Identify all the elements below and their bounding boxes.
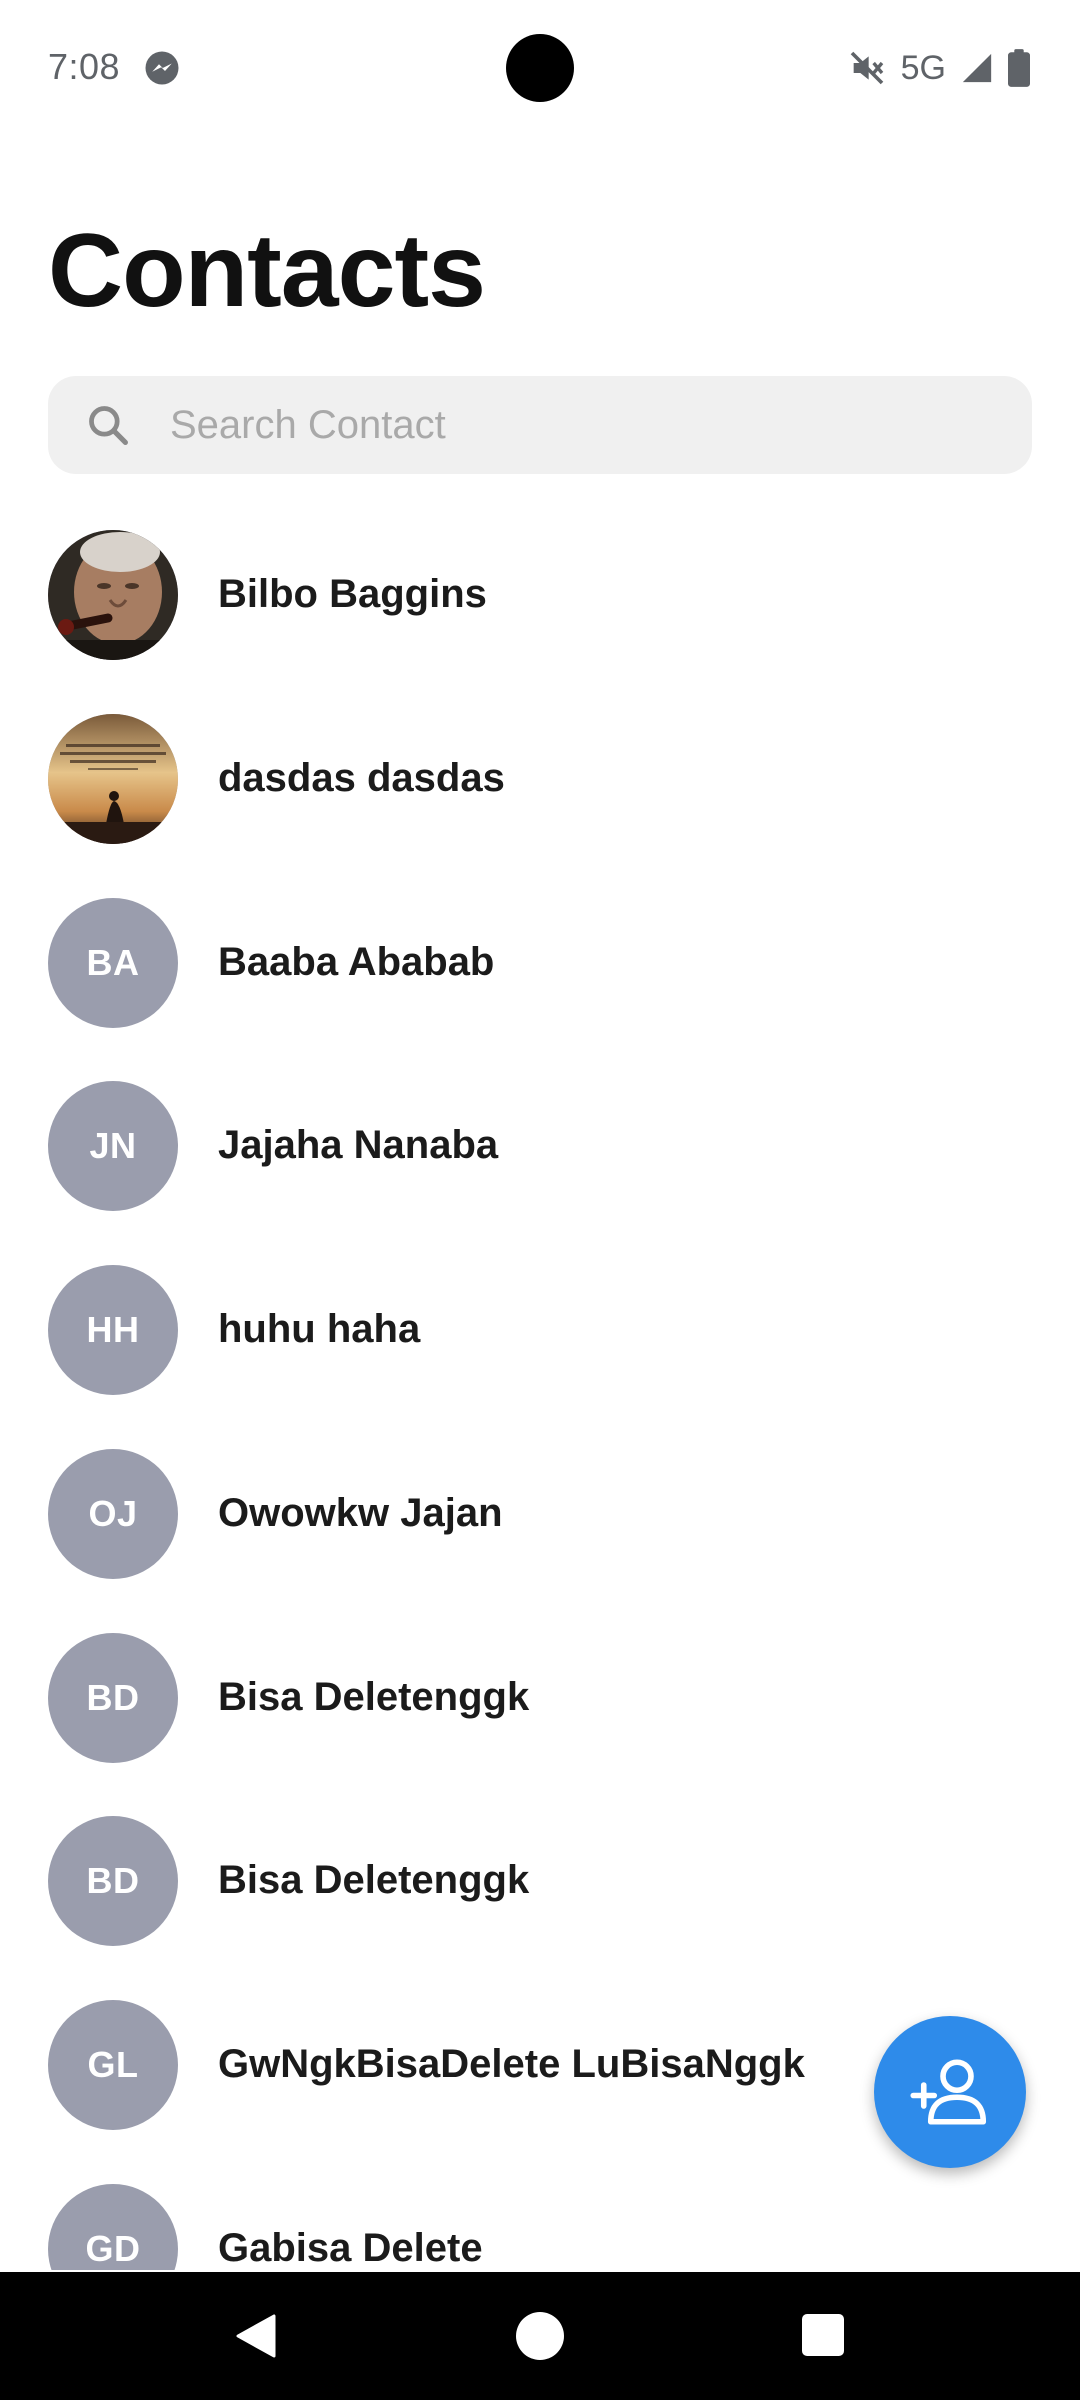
avatar-initials: OJ	[48, 1449, 178, 1579]
contact-row[interactable]: OJ Owowkw Jajan	[0, 1449, 1080, 1632]
contact-name: Bisa Deletenggk	[218, 1675, 530, 1719]
avatar-initials: BA	[48, 898, 178, 1028]
contact-name: GwNgkBisaDelete LuBisaNggk	[218, 2042, 805, 2086]
add-contact-button[interactable]	[874, 2016, 1026, 2168]
status-icons: 5G	[847, 44, 1030, 92]
contact-name: Jajaha Nanaba	[218, 1123, 499, 1167]
contact-row[interactable]: BD Bisa Deletenggk	[0, 1816, 1080, 1999]
contact-name: dasdas dasdas	[218, 756, 505, 800]
contact-row[interactable]: GD Gabisa Delete	[0, 2184, 1080, 2270]
contact-row[interactable]: Bilbo Baggins	[0, 530, 1080, 713]
contact-row[interactable]: HH huhu haha	[0, 1265, 1080, 1448]
avatar-photo	[48, 714, 178, 844]
network-type: 5G	[900, 48, 946, 87]
recents-icon[interactable]	[802, 2314, 844, 2356]
contact-name: Bilbo Baggins	[218, 572, 487, 616]
add-contact-icon	[910, 2059, 987, 2125]
page-title: Contacts	[48, 213, 486, 329]
contact-row[interactable]: JN Jajaha Nanaba	[0, 1081, 1080, 1264]
avatar-initials: GD	[48, 2184, 178, 2270]
avatar-initials: BD	[48, 1816, 178, 1946]
contact-list[interactable]: Bilbo Baggins dasdas dasdas BA Baaba Aba…	[0, 530, 1080, 2270]
status-time: 7:08	[48, 46, 121, 87]
messenger-icon	[145, 51, 179, 85]
contact-name: Baaba Ababab	[218, 940, 495, 984]
status-bar: 7:08 5G	[0, 0, 1080, 140]
avatar-initials: HH	[48, 1265, 178, 1395]
contact-name: Bisa Deletenggk	[218, 1858, 530, 1902]
home-icon[interactable]	[516, 2312, 564, 2360]
portrait-photo-icon	[48, 530, 178, 660]
avatar-initials: GL	[48, 2000, 178, 2130]
contact-row[interactable]: BA Baaba Ababab	[0, 898, 1080, 1081]
back-icon[interactable]	[232, 2312, 280, 2360]
mute-icon	[850, 51, 883, 85]
contact-row[interactable]: BD Bisa Deletenggk	[0, 1633, 1080, 1816]
contact-name: huhu haha	[218, 1307, 421, 1351]
avatar-photo	[48, 530, 178, 660]
search-bar[interactable]	[48, 376, 1032, 474]
navigation-bar	[0, 2272, 1080, 2400]
battery-icon	[1008, 49, 1030, 87]
contacts-screen: 7:08 5G Contacts Search Contact Bilbo Ba…	[0, 0, 1080, 2400]
contact-name: Gabisa Delete	[218, 2226, 483, 2270]
sunset-photo-icon	[48, 714, 178, 844]
search-input[interactable]	[170, 385, 990, 465]
signal-icon	[962, 53, 992, 83]
camera-cutout	[506, 34, 574, 102]
contact-row[interactable]: dasdas dasdas	[0, 714, 1080, 897]
search-icon	[89, 406, 128, 445]
avatar-initials: JN	[48, 1081, 178, 1211]
contact-name: Owowkw Jajan	[218, 1491, 503, 1535]
avatar-initials: BD	[48, 1633, 178, 1763]
